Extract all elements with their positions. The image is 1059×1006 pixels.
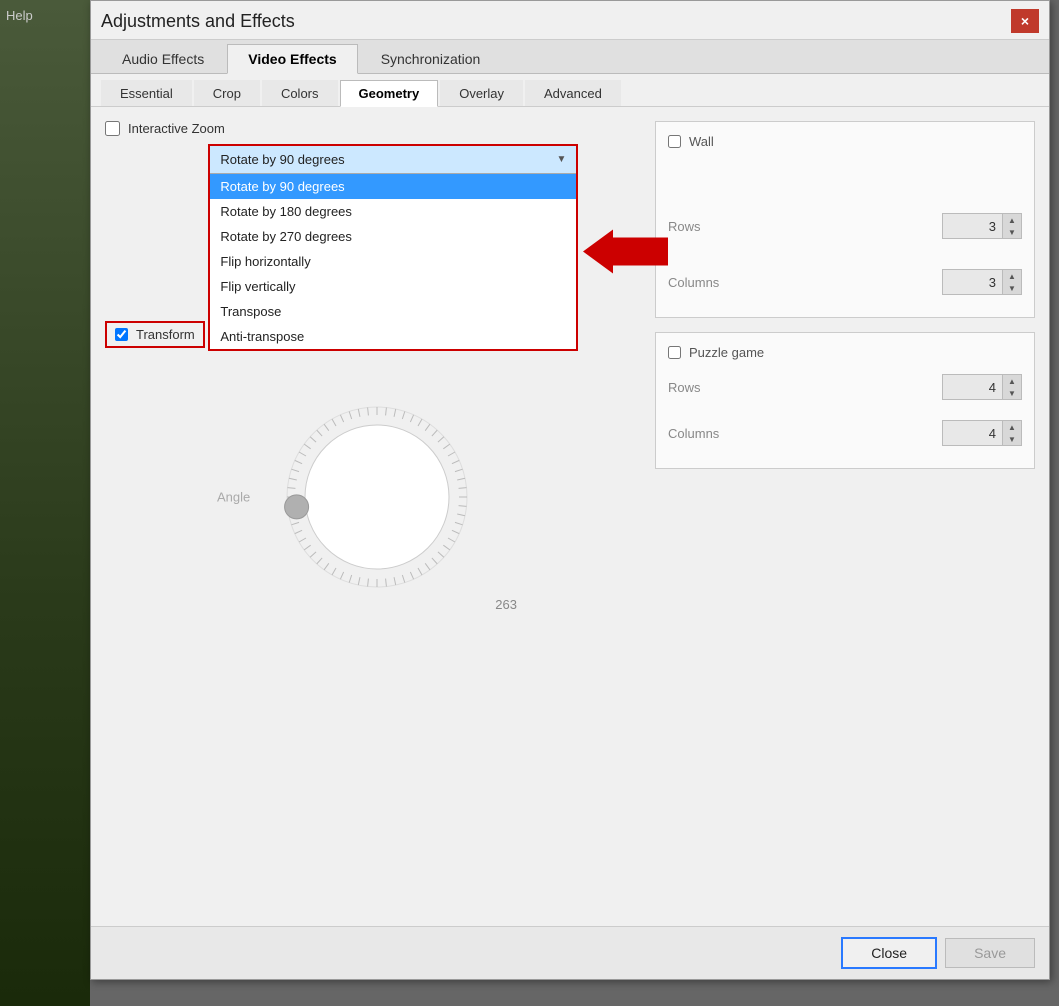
dropdown-selected-text: Rotate by 90 degrees xyxy=(220,152,344,167)
puzzle-rows-up-button[interactable]: ▲ xyxy=(1003,375,1021,387)
puzzle-rows-down-button[interactable]: ▼ xyxy=(1003,387,1021,399)
right-panel: Wall Rows 3 ▲ ▼ Columns xyxy=(655,121,1035,612)
close-button[interactable]: Close xyxy=(841,937,937,969)
transform-label: Transform xyxy=(136,327,195,342)
wall-columns-row: Columns 3 ▲ ▼ xyxy=(668,269,1022,295)
wall-checkbox[interactable] xyxy=(668,135,681,148)
tab-geometry[interactable]: Geometry xyxy=(340,80,439,107)
angle-dial-svg[interactable] xyxy=(277,397,477,597)
puzzle-checkbox[interactable] xyxy=(668,346,681,359)
close-icon-button[interactable]: × xyxy=(1011,9,1039,33)
tab-overlay[interactable]: Overlay xyxy=(440,80,523,106)
dropdown-item-6[interactable]: Anti-transpose xyxy=(210,324,576,349)
dialog: Adjustments and Effects × Audio Effects … xyxy=(90,0,1050,980)
transform-dropdown[interactable]: Rotate by 90 degrees ▼ Rotate by 90 degr… xyxy=(208,144,578,351)
puzzle-rows-spinner-buttons: ▲ ▼ xyxy=(1002,375,1021,399)
wall-header: Wall xyxy=(668,134,1022,149)
wall-columns-label: Columns xyxy=(668,275,719,290)
wall-rows-down-button[interactable]: ▼ xyxy=(1003,226,1021,238)
dial-area: Angle xyxy=(207,382,547,612)
angle-value: 263 xyxy=(495,597,517,612)
wall-rows-spinner: 3 ▲ ▼ xyxy=(942,213,1022,239)
puzzle-label: Puzzle game xyxy=(689,345,764,360)
wall-label: Wall xyxy=(689,134,714,149)
puzzle-columns-spinner-buttons: ▲ ▼ xyxy=(1002,421,1021,445)
wall-rows-spinner-buttons: ▲ ▼ xyxy=(1002,214,1021,238)
tab-colors[interactable]: Colors xyxy=(262,80,338,106)
left-panel: Interactive Zoom Transform Rotate by 90 … xyxy=(105,121,639,612)
wall-columns-spinner-buttons: ▲ ▼ xyxy=(1002,270,1021,294)
title-bar: Adjustments and Effects × xyxy=(91,1,1049,40)
angle-label: Angle xyxy=(217,490,250,505)
wall-rows-up-button[interactable]: ▲ xyxy=(1003,214,1021,226)
puzzle-rows-spinner: 4 ▲ ▼ xyxy=(942,374,1022,400)
tab-video-effects[interactable]: Video Effects xyxy=(227,44,357,74)
transform-checkbox[interactable] xyxy=(115,328,128,341)
wall-rows-value: 3 xyxy=(943,216,1002,237)
tab-audio-effects[interactable]: Audio Effects xyxy=(101,44,225,73)
background-panel: Help xyxy=(0,0,90,1006)
wall-columns-spinner: 3 ▲ ▼ xyxy=(942,269,1022,295)
dropdown-item-5[interactable]: Transpose xyxy=(210,299,576,324)
interactive-zoom-row: Interactive Zoom xyxy=(105,121,639,136)
dropdown-item-0[interactable]: Rotate by 90 degrees xyxy=(210,174,576,199)
wall-spacer xyxy=(668,163,1022,213)
wall-section: Wall Rows 3 ▲ ▼ Columns xyxy=(655,121,1035,318)
dropdown-item-3[interactable]: Flip horizontally xyxy=(210,249,576,274)
wall-mid-spacer xyxy=(668,249,1022,269)
dropdown-arrow-icon: ▼ xyxy=(556,154,566,165)
puzzle-columns-value: 4 xyxy=(943,423,1002,444)
bottom-bar: Close Save xyxy=(91,926,1049,979)
dropdown-wrapper: Rotate by 90 degrees ▼ Rotate by 90 degr… xyxy=(208,144,578,361)
puzzle-columns-up-button[interactable]: ▲ xyxy=(1003,421,1021,433)
dropdown-item-4[interactable]: Flip vertically xyxy=(210,274,576,299)
dropdown-item-2[interactable]: Rotate by 270 degrees xyxy=(210,224,576,249)
sub-tab-bar: Essential Crop Colors Geometry Overlay A… xyxy=(91,74,1049,107)
red-arrow xyxy=(583,229,668,276)
tab-advanced[interactable]: Advanced xyxy=(525,80,621,106)
interactive-zoom-label: Interactive Zoom xyxy=(128,121,225,136)
tab-synchronization[interactable]: Synchronization xyxy=(360,44,502,73)
transform-box: Transform xyxy=(105,321,205,348)
content-area: Interactive Zoom Transform Rotate by 90 … xyxy=(91,107,1049,626)
puzzle-columns-down-button[interactable]: ▼ xyxy=(1003,433,1021,445)
puzzle-rows-value: 4 xyxy=(943,377,1002,398)
dialog-title: Adjustments and Effects xyxy=(101,11,295,32)
save-button[interactable]: Save xyxy=(945,938,1035,968)
wall-columns-up-button[interactable]: ▲ xyxy=(1003,270,1021,282)
puzzle-columns-label: Columns xyxy=(668,426,719,441)
wall-rows-row: Rows 3 ▲ ▼ xyxy=(668,213,1022,239)
dropdown-item-1[interactable]: Rotate by 180 degrees xyxy=(210,199,576,224)
puzzle-columns-row: Columns 4 ▲ ▼ xyxy=(668,420,1022,446)
tab-essential[interactable]: Essential xyxy=(101,80,192,106)
help-label: Help xyxy=(0,0,90,31)
puzzle-rows-row: Rows 4 ▲ ▼ xyxy=(668,374,1022,400)
angle-section: Angle xyxy=(115,382,639,612)
tab-crop[interactable]: Crop xyxy=(194,80,260,106)
puzzle-columns-spinner: 4 ▲ ▼ xyxy=(942,420,1022,446)
wall-columns-value: 3 xyxy=(943,272,1002,293)
interactive-zoom-checkbox[interactable] xyxy=(105,121,120,136)
dropdown-header[interactable]: Rotate by 90 degrees ▼ xyxy=(210,146,576,174)
dropdown-list: Rotate by 90 degrees Rotate by 180 degre… xyxy=(210,174,576,349)
puzzle-mid-spacer xyxy=(668,410,1022,420)
puzzle-section: Puzzle game Rows 4 ▲ ▼ Columns xyxy=(655,332,1035,469)
puzzle-header: Puzzle game xyxy=(668,345,1022,360)
main-tab-bar: Audio Effects Video Effects Synchronizat… xyxy=(91,40,1049,74)
wall-columns-down-button[interactable]: ▼ xyxy=(1003,282,1021,294)
puzzle-rows-label: Rows xyxy=(668,380,701,395)
wall-rows-label: Rows xyxy=(668,219,701,234)
